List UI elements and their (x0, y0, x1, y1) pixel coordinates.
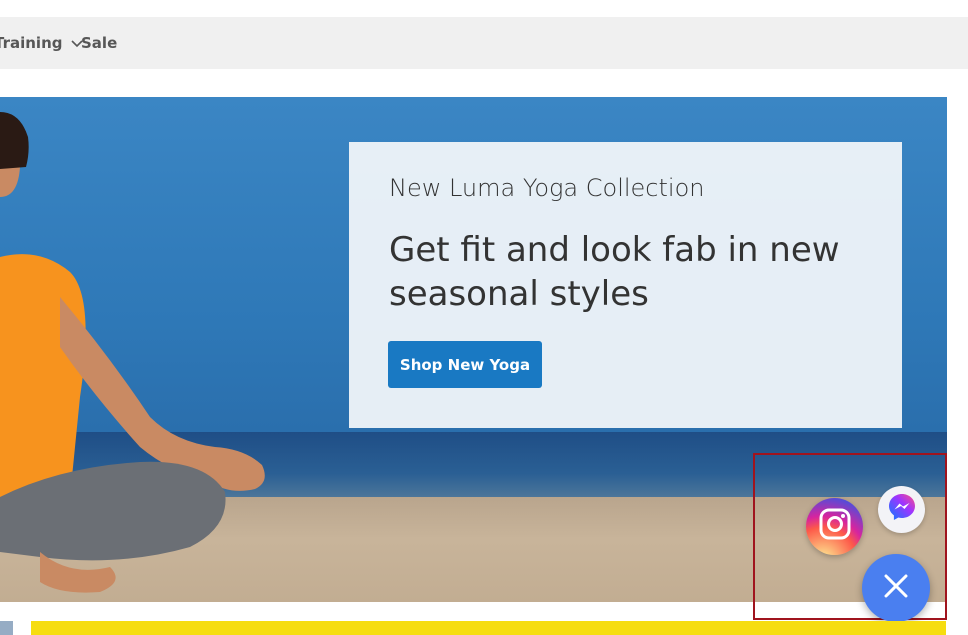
instagram-icon (818, 507, 852, 546)
bottom-left-block (0, 621, 13, 635)
nav-item-training[interactable]: Training (0, 17, 84, 69)
nav-item-label: Sale (81, 34, 118, 52)
nav-item-label: Training (0, 34, 63, 52)
yoga-model-image (0, 112, 265, 593)
instagram-button[interactable] (806, 498, 863, 555)
messenger-button[interactable] (878, 486, 925, 533)
close-widget-button[interactable] (862, 554, 930, 622)
promo-subtitle: New Luma Yoga Collection (389, 174, 705, 202)
top-navigation: Training Sale (0, 17, 968, 69)
bottom-promo-bar (31, 621, 946, 635)
promo-title: Get fit and look fab in new seasonal sty… (389, 230, 840, 314)
promo-card: New Luma Yoga Collection Get fit and loo… (349, 142, 902, 428)
messenger-icon (887, 492, 917, 527)
close-icon (883, 573, 909, 604)
shop-new-yoga-button[interactable]: Shop New Yoga (388, 341, 542, 388)
nav-item-sale[interactable]: Sale (81, 17, 117, 69)
